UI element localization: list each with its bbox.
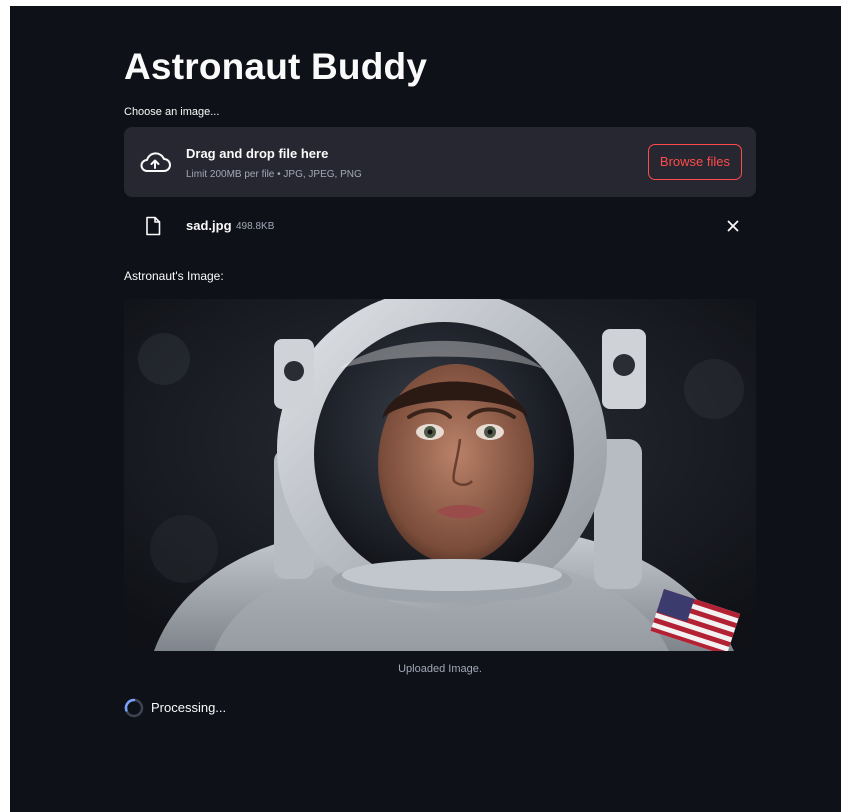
uploaded-file-size: 498.8KB — [236, 221, 275, 232]
app-container: Astronaut Buddy Choose an image... Drag … — [10, 6, 841, 812]
cloud-upload-icon — [140, 152, 171, 172]
browse-files-button[interactable]: Browse files — [647, 144, 742, 180]
uploaded-file-name: sad.jpg — [186, 218, 232, 233]
page-title: Astronaut Buddy — [124, 46, 428, 87]
uploaded-file-item: sad.jpg 498.8KB — [124, 211, 756, 241]
dropzone-limit-text: Limit 200MB per file • JPG, JPEG, PNG — [186, 169, 362, 180]
uploaded-image — [124, 299, 756, 651]
file-icon — [146, 216, 161, 236]
image-caption: Uploaded Image. — [398, 663, 482, 675]
close-icon[interactable] — [724, 217, 742, 235]
file-dropzone[interactable]: Drag and drop file here Limit 200MB per … — [124, 127, 756, 197]
dropzone-instructions: Drag and drop file here — [186, 146, 329, 161]
file-uploader-label: Choose an image... — [124, 106, 220, 118]
spinner-icon — [124, 698, 144, 718]
image-section-heading: Astronaut's Image: — [124, 269, 224, 283]
status-text: Processing... — [151, 700, 227, 715]
